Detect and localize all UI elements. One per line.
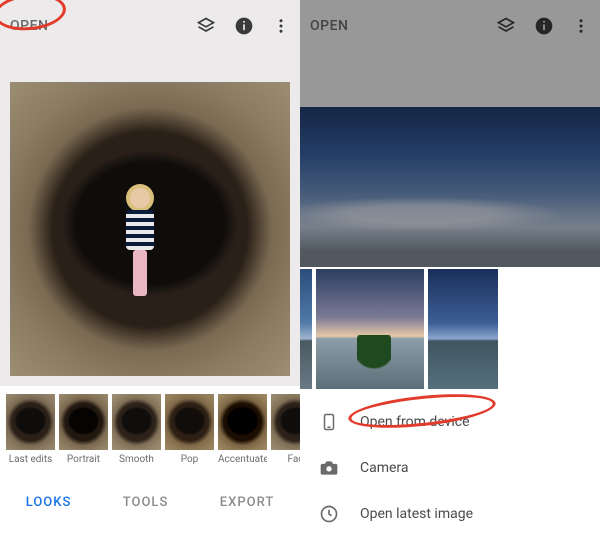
look-item[interactable]: Smooth (112, 394, 161, 478)
look-label: Portrait (59, 454, 108, 465)
look-item[interactable]: Last edits (6, 394, 55, 478)
topbar: OPEN (300, 0, 600, 52)
info-icon[interactable] (234, 16, 254, 36)
open-from-device-row[interactable]: Open from device (300, 399, 600, 445)
main-image (300, 107, 600, 267)
topbar-actions (496, 16, 590, 36)
tab-looks[interactable]: LOOKS (26, 495, 72, 510)
camera-label: Camera (360, 460, 409, 476)
look-item[interactable]: Fac (271, 394, 300, 478)
open-from-device-label: Open from device (360, 414, 470, 430)
open-latest-row[interactable]: Open latest image (300, 491, 600, 537)
bottom-tabs: LOOKS TOOLS EXPORT (0, 478, 300, 526)
look-item[interactable]: Portrait (59, 394, 108, 478)
more-icon[interactable] (272, 16, 290, 36)
thumbnail[interactable] (316, 269, 424, 389)
left-screenshot: OPEN Last edits (0, 0, 300, 527)
layers-icon[interactable] (496, 16, 516, 36)
main-image (10, 82, 290, 376)
topbar-actions (196, 16, 290, 36)
topbar: OPEN (0, 0, 300, 52)
open-button[interactable]: OPEN (10, 18, 48, 34)
right-screenshot: OPEN (300, 0, 600, 527)
tab-tools[interactable]: TOOLS (123, 495, 169, 510)
open-options: Open from device Camera Open latest imag… (300, 393, 600, 537)
clock-icon (318, 504, 340, 524)
look-label: Pop (165, 454, 214, 465)
camera-icon (318, 458, 340, 478)
open-sheet: Open from device Camera Open latest imag… (300, 267, 600, 537)
thumbnail[interactable] (428, 269, 498, 389)
layers-icon[interactable] (196, 16, 216, 36)
more-icon[interactable] (572, 16, 590, 36)
open-button[interactable]: OPEN (310, 18, 348, 34)
camera-row[interactable]: Camera (300, 445, 600, 491)
info-icon[interactable] (534, 16, 554, 36)
look-item[interactable]: Pop (165, 394, 214, 478)
looks-filmstrip: Last edits Portrait Smooth Pop Accentuat… (0, 386, 300, 478)
recent-thumbnails (300, 267, 600, 393)
look-label: Fac (271, 454, 300, 465)
open-latest-label: Open latest image (360, 506, 473, 522)
tab-export[interactable]: EXPORT (220, 495, 274, 510)
look-label: Smooth (112, 454, 161, 465)
editing-canvas[interactable] (0, 52, 300, 386)
editing-canvas (300, 52, 600, 267)
look-label: Last edits (6, 454, 55, 465)
device-icon (318, 410, 340, 434)
look-item[interactable]: Accentuate (218, 394, 267, 478)
thumbnail[interactable] (300, 269, 312, 389)
look-label: Accentuate (218, 454, 267, 465)
